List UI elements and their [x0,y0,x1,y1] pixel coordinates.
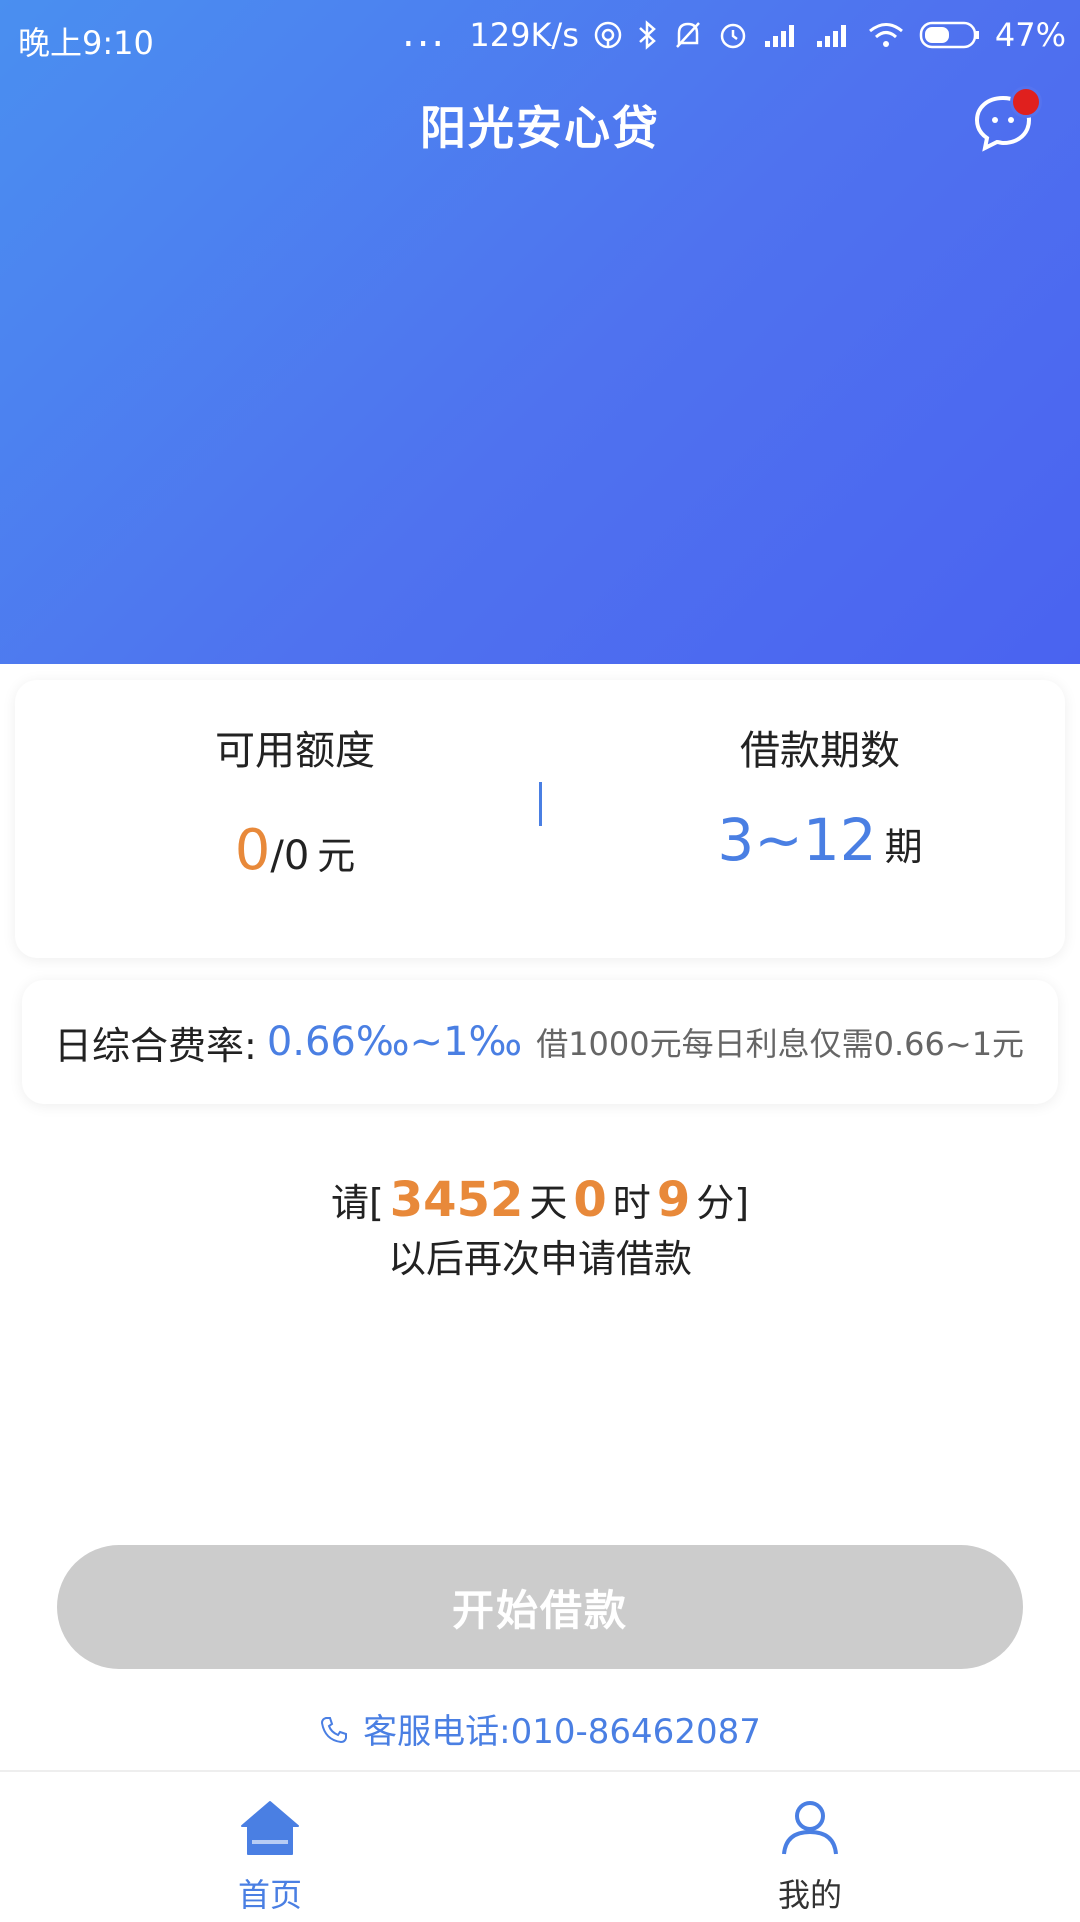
bluetooth-icon [637,19,659,51]
notification-badge [1010,86,1042,118]
status-more-dots: ... [402,10,447,56]
rate-card: 日综合费率: 0.66‰~1‰ 借1000元每日利息仅需0.66~1元 [22,980,1058,1104]
rate-label: 日综合费率: [54,1023,257,1068]
customer-service[interactable]: 客服电话:010-86462087 [0,1704,1080,1754]
signal-icon-2 [815,21,853,49]
available-quota-value: 0/0 元 [75,818,515,883]
nav-bar: 阳光安心贷 [0,80,1080,200]
hotspot-icon [593,20,623,50]
bell-off-icon [673,19,703,51]
quota-unit: 元 [317,834,356,878]
loan-terms-value: 3~12 期 [600,806,1040,874]
tab-home-label: 首页 [237,1876,302,1914]
available-quota: 可用额度 0/0 元 [75,718,515,883]
service-label: 客服电话: [363,1712,511,1752]
signal-icon [763,21,801,49]
rate-note: 借1000元每日利息仅需0.66~1元 [536,1025,1025,1063]
message-button[interactable] [972,86,1042,154]
status-icons: 129K/s 47% [469,16,1066,54]
battery-icon [919,20,981,50]
tab-bar: 首页 我的 [0,1770,1080,1922]
countdown-minutes: 9 [656,1172,691,1228]
status-time: 晚上9:10 [18,24,154,62]
network-speed: 129K/s [469,16,579,54]
app-title: 阳光安心贷 [420,101,660,155]
alarm-icon [717,19,749,51]
hours-unit: 时 [612,1181,651,1225]
quota-card: 可用额度 0/0 元 借款期数 3~12 期 [15,680,1065,958]
home-icon [241,1801,299,1855]
user-icon [782,1801,838,1855]
available-quota-label: 可用额度 [215,728,375,774]
start-borrow-button[interactable]: 开始借款 [57,1545,1023,1669]
available-amount: 0 [234,818,271,883]
tab-home[interactable]: 首页 [120,1798,420,1916]
card-divider [539,782,542,826]
terms-range: 3~12 [717,806,877,874]
battery-percent: 47% [994,16,1066,54]
tab-mine-label: 我的 [777,1876,842,1914]
wifi-icon [867,21,905,49]
loan-terms-label: 借款期数 [740,728,900,774]
reapply-notice: 请[3452 天 0 时 9 分] 以后再次申请借款 [0,1172,1080,1287]
countdown-days: 3452 [389,1172,524,1228]
countdown-hours: 0 [573,1172,607,1228]
phone-icon [319,1714,349,1754]
notice-prefix: 请[ [330,1181,384,1225]
total-amount: /0 [270,833,310,879]
loan-terms: 借款期数 3~12 期 [600,718,1040,874]
days-unit: 天 [529,1181,568,1225]
minutes-unit: 分] [696,1181,750,1225]
notice-line2: 以后再次申请借款 [387,1237,692,1281]
tab-mine[interactable]: 我的 [660,1798,960,1916]
terms-unit: 期 [884,825,923,869]
service-phone[interactable]: 010-86462087 [511,1712,761,1752]
status-bar: 晚上9:10 ... 129K/s 47% [0,0,1080,76]
rate-value: 0.66‰~1‰ [266,1019,523,1065]
countdown-line: 请[3452 天 0 时 9 分] [0,1172,1080,1231]
